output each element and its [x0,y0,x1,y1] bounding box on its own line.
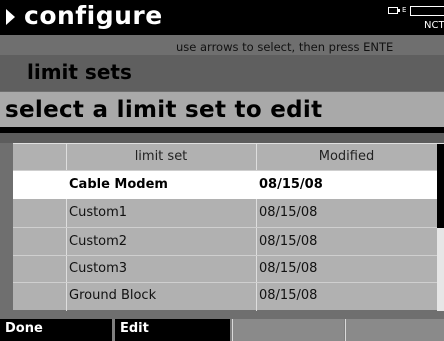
table-row[interactable]: Custom2 08/15/08 [13,228,437,256]
spacer-strip [0,133,444,143]
limit-set-name: Custom1 [69,205,128,220]
instruction-hint: use arrows to select, then press ENTE [176,40,394,54]
softkey-blank-4[interactable] [345,319,444,341]
column-header-modified: Modified [318,149,375,164]
screen-title: configure [24,1,163,30]
section-title: limit sets [27,60,132,84]
edit-button[interactable]: Edit [115,319,230,341]
scrollbar-thumb[interactable] [437,144,444,228]
page-title: select a limit set to edit [5,97,323,123]
play-arrow-icon [6,9,15,25]
battery-level-bar [410,6,444,16]
heading-bar: select a limit set to edit [0,92,444,130]
table-row[interactable]: Custom3 08/15/08 [13,255,437,283]
modified-date: 08/15/08 [259,288,318,303]
limit-set-name: Custom2 [69,234,128,249]
limit-set-name: Custom3 [69,261,128,276]
done-button[interactable]: Done [0,319,112,341]
table-row[interactable]: Ground Block 08/15/08 [13,282,437,310]
modified-date: 08/15/08 [259,234,318,249]
limit-set-table: limit set Modified Cable Modem 08/15/08 … [13,143,444,311]
battery-nub [398,9,400,12]
title-bar: configure E NCT [0,0,444,35]
column-header-limit-set: limit set [134,149,188,164]
battery-label: E [402,6,407,14]
modified-date: 08/15/08 [259,261,318,276]
modified-date: 08/15/08 [259,177,323,192]
softkey-bar: Done Edit [0,319,444,341]
section-bar: limit sets [0,55,444,91]
softkey-blank-3[interactable] [232,319,344,341]
modified-date: 08/15/08 [259,205,318,220]
table-row[interactable]: Custom1 08/15/08 [13,199,437,227]
limit-set-name: Cable Modem [69,177,168,192]
status-text: NCT [424,20,444,31]
limit-set-name: Ground Block [69,288,157,303]
battery-icon [388,7,398,14]
table-row[interactable]: Cable Modem 08/15/08 [13,171,437,199]
